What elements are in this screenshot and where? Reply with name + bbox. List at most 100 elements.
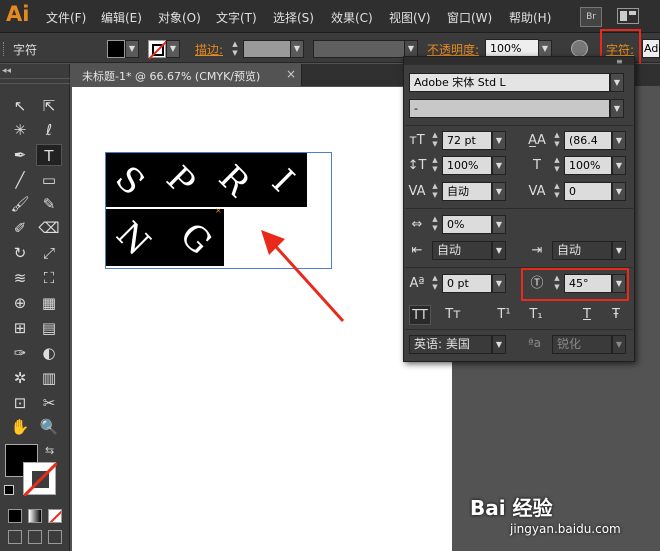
stroke-swatch[interactable] xyxy=(148,40,168,60)
language-select[interactable]: 英语: 美国 xyxy=(409,335,492,354)
type-tool-icon[interactable]: T xyxy=(36,144,62,166)
default-colors-icon[interactable] xyxy=(4,485,14,495)
free-transform-tool-icon[interactable]: ⛶ xyxy=(36,267,62,289)
tsume-dropdown[interactable]: ▼ xyxy=(492,215,506,234)
horizontal-scale-input[interactable]: 100% xyxy=(564,156,612,175)
kerning-stepper[interactable]: ▲ ▼ xyxy=(430,182,440,201)
horizontal-scale-stepper[interactable]: ▲ ▼ xyxy=(552,156,562,175)
line-tool-icon[interactable]: ╱ xyxy=(7,169,33,191)
small-caps-button[interactable]: Tт xyxy=(442,305,464,325)
artboard-tool-icon[interactable]: ⊡ xyxy=(7,392,33,414)
vertical-scale-stepper[interactable]: ▲ ▼ xyxy=(430,156,440,175)
horizontal-scale-dropdown[interactable]: ▼ xyxy=(612,156,626,175)
character-panel-header[interactable] xyxy=(404,57,634,65)
pencil-tool-icon[interactable]: ✎ xyxy=(36,193,62,215)
rotation-dropdown[interactable]: ▼ xyxy=(612,274,626,293)
zoom-tool-icon[interactable]: 🔍 xyxy=(36,416,62,438)
menu-effect[interactable]: 效果(C) xyxy=(331,9,373,26)
eraser-tool-icon[interactable]: ⌫ xyxy=(36,217,62,239)
rotate-tool-icon[interactable]: ↻ xyxy=(7,242,33,264)
magic-wand-tool-icon[interactable]: ✳ xyxy=(7,119,33,141)
font-size-dropdown[interactable]: ▼ xyxy=(492,131,506,150)
stroke-label[interactable]: 描边: xyxy=(195,41,223,58)
hand-tool-icon[interactable]: ✋ xyxy=(7,416,33,438)
swap-colors-icon[interactable]: ⇆ xyxy=(45,444,54,457)
antialias-select[interactable]: 锐化 xyxy=(552,335,612,354)
font-family-dropdown[interactable]: ▼ xyxy=(610,73,624,92)
menu-help[interactable]: 帮助(H) xyxy=(509,9,551,26)
rotation-input[interactable]: 45° xyxy=(564,274,612,293)
variable-width-profile[interactable] xyxy=(313,40,405,58)
font-preview-field[interactable]: Ado xyxy=(642,39,660,58)
graph-tool-icon[interactable]: ▥ xyxy=(36,367,62,389)
all-caps-button[interactable]: TT xyxy=(409,305,431,325)
rotation-stepper[interactable]: ▲ ▼ xyxy=(552,274,562,293)
fill-dropdown[interactable]: ▼ xyxy=(125,40,139,58)
symbol-sprayer-tool-icon[interactable]: ✲ xyxy=(7,367,33,389)
mesh-tool-icon[interactable]: ⊞ xyxy=(7,317,33,339)
tracking-stepper[interactable]: ▲ ▼ xyxy=(552,182,562,201)
insert-space-left-select[interactable]: 自动 xyxy=(432,241,492,260)
tsume-input[interactable]: 0% xyxy=(442,215,492,234)
none-mode-button[interactable] xyxy=(48,509,62,523)
direct-selection-tool-icon[interactable]: ⇱ xyxy=(36,95,62,117)
gradient-mode-button[interactable] xyxy=(28,509,42,523)
tracking-input[interactable]: 0 xyxy=(564,182,612,201)
baseline-shift-dropdown[interactable]: ▼ xyxy=(492,274,506,293)
language-dropdown[interactable]: ▼ xyxy=(492,335,506,354)
draw-normal-button[interactable] xyxy=(8,530,22,544)
lasso-tool-icon[interactable]: ℓ xyxy=(36,119,62,141)
insert-space-left-dropdown[interactable]: ▼ xyxy=(492,241,506,260)
perspective-grid-tool-icon[interactable]: ▦ xyxy=(36,292,62,314)
underline-button[interactable]: T xyxy=(576,305,598,325)
menu-window[interactable]: 窗口(W) xyxy=(447,9,492,26)
superscript-button[interactable]: T¹ xyxy=(493,305,515,325)
gradient-tool-icon[interactable]: ▤ xyxy=(36,317,62,339)
color-mode-button[interactable] xyxy=(8,509,22,523)
font-style-dropdown[interactable]: ▼ xyxy=(610,99,624,118)
antialias-dropdown[interactable]: ▼ xyxy=(612,335,626,354)
leading-dropdown[interactable]: ▼ xyxy=(612,131,626,150)
blob-brush-tool-icon[interactable]: ✐ xyxy=(7,217,33,239)
font-size-input[interactable]: 72 pt xyxy=(442,131,492,150)
panel-menu-icon[interactable]: ≡ xyxy=(616,57,623,66)
subscript-button[interactable]: T₁ xyxy=(525,305,547,325)
eyedropper-tool-icon[interactable]: ✑ xyxy=(7,342,33,364)
document-tab[interactable]: 未标题-1* @ 66.67% (CMYK/预览) × xyxy=(72,64,302,86)
shape-builder-tool-icon[interactable]: ⊕ xyxy=(7,292,33,314)
tools-grip[interactable] xyxy=(0,78,70,84)
baseline-shift-stepper[interactable]: ▲ ▼ xyxy=(430,274,440,293)
rectangle-tool-icon[interactable]: ▭ xyxy=(36,169,62,191)
stroke-dropdown[interactable]: ▼ xyxy=(166,40,180,58)
menu-select[interactable]: 选择(S) xyxy=(273,9,314,26)
stroke-weight-dropdown[interactable]: ▼ xyxy=(290,40,304,58)
font-family-field[interactable]: Adobe 宋体 Std L xyxy=(409,73,610,92)
menu-view[interactable]: 视图(V) xyxy=(389,9,431,26)
slice-tool-icon[interactable]: ✂ xyxy=(36,392,62,414)
selection-tool-icon[interactable]: ↖ xyxy=(7,95,33,117)
draw-behind-button[interactable] xyxy=(28,530,42,544)
fill-swatch[interactable] xyxy=(107,40,125,58)
workspace-switcher-button[interactable] xyxy=(617,8,639,24)
menu-file[interactable]: 文件(F) xyxy=(46,9,86,26)
baseline-shift-input[interactable]: 0 pt xyxy=(442,274,492,293)
leading-input[interactable]: (86.4 xyxy=(564,131,612,150)
font-size-stepper[interactable]: ▲ ▼ xyxy=(430,131,440,150)
draw-inside-button[interactable] xyxy=(48,530,62,544)
kerning-dropdown[interactable]: ▼ xyxy=(492,182,506,201)
stroke-stepper[interactable]: ▲ ▼ xyxy=(230,40,240,59)
stroke-weight-input[interactable] xyxy=(243,40,291,58)
menu-object[interactable]: 对象(O) xyxy=(158,9,201,26)
close-tab-icon[interactable]: × xyxy=(286,67,296,81)
tsume-stepper[interactable]: ▲ ▼ xyxy=(430,215,440,234)
vertical-scale-dropdown[interactable]: ▼ xyxy=(492,156,506,175)
strikethrough-button[interactable]: Ŧ xyxy=(605,305,627,325)
collapse-icon[interactable]: ◂◂ xyxy=(2,66,11,76)
menu-type[interactable]: 文字(T) xyxy=(216,9,257,26)
menu-edit[interactable]: 编辑(E) xyxy=(101,9,142,26)
insert-space-right-select[interactable]: 自动 xyxy=(552,241,612,260)
bridge-button[interactable]: Br xyxy=(580,7,602,27)
recolor-icon[interactable] xyxy=(571,40,588,57)
font-style-field[interactable]: - xyxy=(409,99,610,118)
paintbrush-tool-icon[interactable]: 🖌 xyxy=(7,193,33,215)
